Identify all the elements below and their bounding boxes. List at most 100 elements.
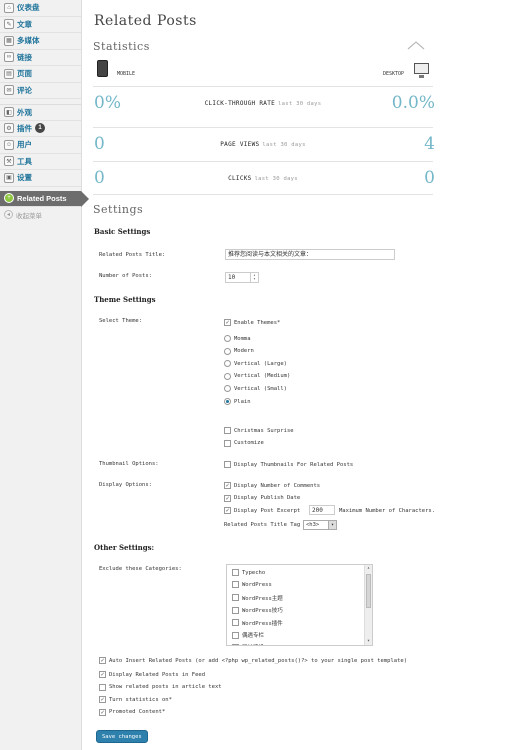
menu-icon: ✉ bbox=[4, 85, 14, 96]
save-changes-button[interactable]: Save changes bbox=[96, 730, 148, 743]
collapse-label: 收起菜单 bbox=[16, 212, 42, 220]
category-checkbox[interactable]: WordPress bbox=[232, 581, 272, 589]
sidebar-item-7[interactable]: ⚙ 插件 1 bbox=[0, 121, 81, 137]
display-option-label: Display Number of Comments bbox=[234, 482, 321, 489]
display-option-display-publish-date[interactable]: ✓ Display Publish Date bbox=[224, 494, 301, 502]
theme-extra-customize[interactable]: Customize bbox=[224, 439, 264, 447]
theme-option-label: Plain bbox=[234, 398, 251, 405]
menu-label: Related Posts bbox=[17, 193, 67, 203]
menu-icon: ▤ bbox=[4, 68, 14, 79]
scrollbar[interactable]: ▴ ▾ bbox=[364, 565, 372, 645]
auto-insert-hint: (or add <?php wp_related_posts()?> to yo… bbox=[195, 657, 408, 664]
sidebar-item-5[interactable]: ✉ 评论 bbox=[0, 83, 81, 99]
title-tag-label: Related Posts Title Tag bbox=[224, 522, 301, 528]
theme-extra-christmas-surprise[interactable]: Christmas Surprise bbox=[224, 427, 294, 434]
option-label: Turn statistics on* bbox=[109, 696, 172, 703]
category-checkbox[interactable]: WordPress主题 bbox=[232, 594, 283, 602]
category-checkbox[interactable]: 偶遇专栏 bbox=[232, 631, 264, 639]
number-of-posts-input[interactable]: 10 ▴ ▾ bbox=[225, 272, 259, 283]
sidebar-item-3[interactable]: ∞ 链接 bbox=[0, 50, 81, 66]
enable-themes-label: Enable Themes* bbox=[234, 319, 281, 326]
mobile-icon bbox=[97, 60, 108, 77]
auto-insert-checkbox[interactable]: ✓ Auto Insert Related Posts (or add <?php… bbox=[99, 657, 407, 664]
sidebar-item-1[interactable]: ✎ 文章 bbox=[0, 17, 81, 33]
theme-option-label: Vertical (Medium) bbox=[234, 373, 291, 380]
sidebar-item-label: 文章 bbox=[17, 19, 32, 29]
theme-radio-modern[interactable]: Modern bbox=[224, 347, 254, 355]
sidebar-item-label: 工具 bbox=[17, 156, 32, 166]
display-option-label: Display Post Excerpt bbox=[234, 507, 301, 514]
theme-radio-vertical-medium[interactable]: Vertical (Medium) bbox=[224, 372, 291, 380]
theme-option-label: Modern bbox=[234, 348, 254, 355]
statistics-heading: Statistics bbox=[93, 40, 150, 53]
stat-row: 0 PAGE VIEWS last 30 days 4 bbox=[93, 127, 435, 161]
sidebar-item-2[interactable]: ▦ 多媒体 bbox=[0, 33, 81, 50]
desktop-label: DESKTOP bbox=[383, 71, 405, 77]
excerpt-suffix: Maximum Number of Characters. bbox=[339, 508, 436, 514]
menu-icon: ▦ bbox=[4, 35, 14, 46]
theme-settings-heading: Theme Settings bbox=[94, 295, 156, 304]
spinner-icon[interactable]: ▴ ▾ bbox=[250, 273, 258, 282]
category-label: WordPress技巧 bbox=[242, 608, 283, 615]
enable-themes-checkbox[interactable]: ✓ Enable Themes* bbox=[224, 319, 280, 326]
option-promoted-content[interactable]: ✓ Promoted Content* bbox=[99, 708, 165, 716]
other-settings-heading: Other Settings: bbox=[94, 543, 155, 552]
number-label: Number of Posts: bbox=[99, 273, 152, 279]
mobile-label: MOBILE bbox=[117, 71, 136, 77]
stat-label: CLICK-THROUGH RATE last 30 days bbox=[204, 100, 322, 107]
theme-radio-plain[interactable]: Plain bbox=[224, 398, 251, 405]
stat-row: 0 CLICKS last 30 days 0 bbox=[93, 161, 435, 195]
theme-radio-vertical-small[interactable]: Vertical (Small) bbox=[224, 385, 287, 393]
display-option-display-number-of-comments[interactable]: ✓ Display Number of Comments bbox=[224, 482, 320, 489]
menu-icon: ▣ bbox=[4, 172, 14, 183]
menu-icon: ◧ bbox=[4, 107, 14, 118]
related-posts-title-input[interactable]: 推荐您阅读与本文相关的文章： bbox=[225, 249, 395, 260]
dropdown-icon: ▾ bbox=[328, 521, 336, 529]
category-label: 偶遇专栏 bbox=[242, 633, 265, 639]
menu-item-related-posts[interactable]: + Related Posts bbox=[0, 190, 89, 207]
title-tag-select[interactable]: <h3> ▾ bbox=[303, 520, 337, 530]
desktop-icon bbox=[414, 63, 429, 78]
collapse-menu-button[interactable]: ◂ 收起菜单 bbox=[0, 207, 81, 223]
sidebar-item-label: 设置 bbox=[17, 173, 32, 183]
menu-icon: ⚙ bbox=[4, 123, 14, 134]
theme-radio-momma[interactable]: Momma bbox=[224, 335, 251, 342]
display-option-display-post-excerpt[interactable]: ✓ Display Post Excerpt bbox=[224, 507, 301, 515]
category-checkbox[interactable]: WordPress技巧 bbox=[232, 606, 283, 614]
theme-extra-label: Christmas Surprise bbox=[234, 427, 294, 434]
collapse-arrow-icon[interactable] bbox=[406, 39, 426, 51]
sidebar-item-6[interactable]: ◧ 外观 bbox=[0, 104, 81, 121]
collapse-icon: ◂ bbox=[4, 210, 13, 219]
title-label: Related Posts Title: bbox=[99, 252, 166, 258]
category-label: WordPress bbox=[242, 581, 272, 588]
theme-radio-vertical-large[interactable]: Vertical (Large) bbox=[224, 360, 287, 368]
excerpt-length-input[interactable]: 200 bbox=[309, 505, 335, 515]
thumbnail-checkbox[interactable]: Display Thumbnails For Related Posts bbox=[224, 461, 353, 468]
stat-label: PAGE VIEWS last 30 days bbox=[220, 141, 306, 148]
menu-icon: ✎ bbox=[4, 19, 14, 30]
category-label: WordPress主题 bbox=[242, 595, 283, 602]
option-show-related-posts-in-article-text[interactable]: Show related posts in article text bbox=[99, 683, 222, 691]
plus-icon: + bbox=[4, 193, 14, 203]
sidebar-item-4[interactable]: ▤ 页面 bbox=[0, 66, 81, 83]
option-display-related-posts-in-feed[interactable]: ✓ Display Related Posts in Feed bbox=[99, 671, 205, 678]
sidebar-item-label: 仪表盘 bbox=[17, 3, 40, 13]
option-turn-statistics-on[interactable]: ✓ Turn statistics on* bbox=[99, 696, 172, 704]
category-checkbox[interactable]: Typecho bbox=[232, 569, 265, 576]
display-option-label: Display Publish Date bbox=[234, 495, 301, 502]
categories-list[interactable]: Typecho WordPress WordPress主题 WordPress技巧 Wo… bbox=[226, 564, 373, 646]
category-label: WordPress插件 bbox=[242, 620, 283, 627]
auto-insert-label: Auto Insert Related Posts bbox=[109, 657, 192, 664]
category-checkbox[interactable]: WordPress插件 bbox=[232, 619, 283, 627]
theme-option-label: Vertical (Small) bbox=[234, 385, 287, 392]
sidebar-item-9[interactable]: ⚒ 工具 bbox=[0, 154, 81, 170]
option-label: Show related posts in article text bbox=[109, 684, 222, 691]
select-theme-label: Select Theme: bbox=[99, 318, 143, 324]
exclude-categories-label: Exclude these Categories: bbox=[99, 566, 182, 572]
sidebar-item-8[interactable]: ☺ 用户 bbox=[0, 137, 81, 154]
admin-sidebar: ⌂ 仪表盘 ✎ 文章 ▦ 多媒体 ∞ 链接 ▤ 页面 ✉ 评论 ◧ 外观 ⚙ 插件 1 ☺ 用户 ⚒ 工具 ▣ 设置 + Re… bbox=[0, 0, 89, 750]
sidebar-item-0[interactable]: ⌂ 仪表盘 bbox=[0, 0, 81, 17]
menu-icon: ☺ bbox=[4, 139, 14, 150]
category-checkbox[interactable]: 网站建设 bbox=[232, 643, 264, 645]
sidebar-item-10[interactable]: ▣ 设置 bbox=[0, 170, 81, 187]
